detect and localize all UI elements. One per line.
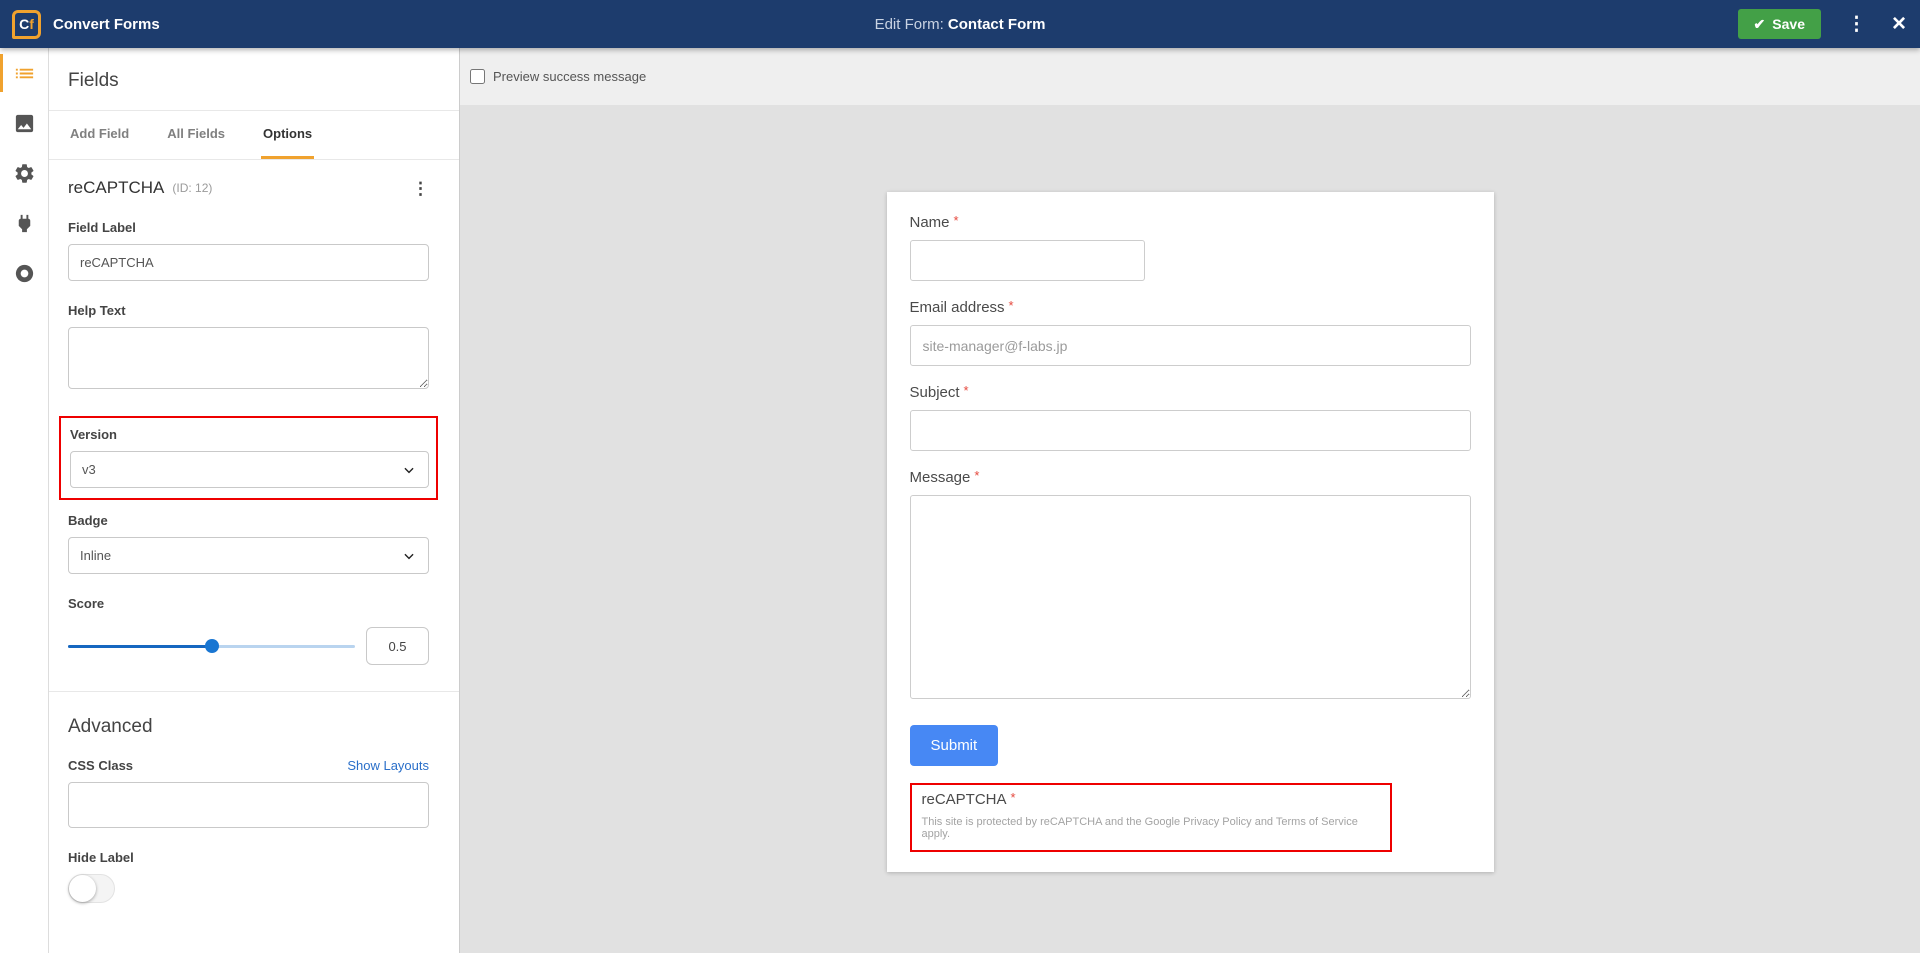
required-asterisk: *	[1011, 790, 1016, 805]
form-field-email: Email address *	[910, 298, 1471, 366]
record-icon	[13, 262, 36, 285]
recaptcha-label: reCAPTCHA *	[922, 790, 1380, 808]
list-icon	[13, 62, 36, 85]
version-label: Version	[70, 427, 429, 442]
recaptcha-label-text: reCAPTCHA	[922, 791, 1007, 808]
required-asterisk: *	[964, 383, 969, 398]
badge-group: Badge Inline	[68, 513, 429, 574]
save-button-label: Save	[1772, 16, 1805, 32]
fields-panel: Fields Add Field All Fields Options reCA…	[49, 48, 460, 953]
form-field-message: Message*	[910, 468, 1471, 699]
form-preview-card: Name* Email address* Subject* Message* S…	[887, 192, 1494, 872]
subject-input[interactable]	[910, 410, 1471, 451]
page-title-form-name: Contact Form	[948, 16, 1046, 33]
preview-success-label[interactable]: Preview success message	[493, 69, 646, 84]
close-icon[interactable]: ×	[1892, 12, 1906, 36]
score-group: Score 0.5	[68, 596, 429, 665]
field-label-group: Field Label	[68, 220, 429, 281]
css-class-group: CSS Class Show Layouts	[68, 758, 429, 828]
required-asterisk: *	[1009, 298, 1014, 313]
field-label: Name *	[910, 213, 1471, 231]
required-asterisk: *	[954, 213, 959, 228]
preview-success-checkbox[interactable]	[470, 69, 485, 84]
rail-item-settings[interactable]	[0, 148, 49, 198]
save-button[interactable]: ✔ Save	[1738, 9, 1821, 39]
recaptcha-notice: This site is protected by reCAPTCHA and …	[922, 816, 1380, 840]
badge-select-value: Inline	[80, 548, 111, 563]
panel-tabs: Add Field All Fields Options	[49, 111, 459, 159]
email-input[interactable]	[910, 325, 1471, 366]
topbar: Cf Convert Forms Edit Form: Contact Form…	[0, 0, 1920, 48]
css-class-label: CSS Class	[68, 758, 133, 773]
help-text-label: Help Text	[68, 303, 429, 318]
version-select[interactable]: v3	[70, 451, 429, 488]
badge-select[interactable]: Inline	[68, 537, 429, 574]
divider	[49, 691, 459, 692]
preview-toolbar: Preview success message	[460, 48, 1920, 105]
panel-body: reCAPTCHA (ID: 12) ⋮ Field Label Help Te…	[49, 160, 459, 903]
badge-label: Badge	[68, 513, 429, 528]
help-text-input[interactable]	[68, 327, 429, 389]
field-label: Message*	[910, 468, 1471, 486]
field-label: Subject *	[910, 383, 1471, 401]
icon-rail	[0, 48, 49, 953]
hide-label-group: Hide Label	[68, 850, 429, 903]
topbar-kebab-menu-icon[interactable]: ⋮	[1847, 15, 1866, 34]
image-icon	[13, 112, 36, 135]
field-header: reCAPTCHA (ID: 12) ⋮	[68, 178, 429, 198]
score-label: Score	[68, 596, 429, 611]
required-asterisk: *	[974, 468, 979, 483]
score-row: 0.5	[68, 627, 429, 665]
field-label-text: Name	[910, 214, 950, 231]
tab-options[interactable]: Options	[261, 111, 314, 159]
hide-label-label: Hide Label	[68, 850, 429, 865]
tab-all-fields[interactable]: All Fields	[165, 111, 227, 159]
rail-item-fields[interactable]	[0, 48, 49, 98]
field-label-text: Message	[910, 469, 971, 486]
submit-button[interactable]: Submit	[910, 725, 999, 766]
field-id: (ID: 12)	[172, 181, 212, 195]
score-value-box[interactable]: 0.5	[366, 627, 429, 665]
field-label-text: Subject	[910, 384, 960, 401]
css-class-input[interactable]	[68, 782, 429, 828]
gear-icon	[13, 162, 36, 185]
chevron-down-icon	[402, 549, 416, 563]
message-textarea[interactable]	[910, 495, 1471, 699]
rail-item-design[interactable]	[0, 98, 49, 148]
panel-title: Fields	[49, 48, 459, 110]
check-icon: ✔	[1754, 16, 1766, 33]
advanced-title: Advanced	[68, 716, 429, 738]
field-kebab-menu-icon[interactable]: ⋮	[412, 180, 429, 197]
help-text-group: Help Text	[68, 303, 429, 394]
score-slider-thumb[interactable]	[205, 639, 219, 653]
plug-icon	[13, 212, 36, 235]
score-slider-fill	[68, 645, 212, 648]
chevron-down-icon	[402, 463, 416, 477]
rail-item-behaviors[interactable]	[0, 248, 49, 298]
preview-canvas: Preview success message Name * Email addr…	[460, 48, 1920, 953]
name-input[interactable]	[910, 240, 1145, 281]
form-field-name: Name *	[910, 213, 1471, 281]
score-slider[interactable]	[68, 639, 355, 653]
version-select-value: v3	[82, 462, 96, 477]
toggle-knob	[69, 875, 96, 902]
rail-item-addons[interactable]	[0, 198, 49, 248]
field-label-input[interactable]	[68, 244, 429, 281]
hide-label-toggle[interactable]	[68, 874, 115, 903]
page-title: Edit Form: Contact Form	[0, 16, 1920, 33]
page-title-prefix: Edit Form:	[875, 16, 944, 33]
field-name: reCAPTCHA	[68, 178, 164, 198]
css-class-row: CSS Class Show Layouts	[68, 758, 429, 773]
form-field-subject: Subject *	[910, 383, 1471, 451]
tab-add-field[interactable]: Add Field	[68, 111, 131, 159]
topbar-actions: ✔ Save ⋮ ×	[1738, 0, 1906, 48]
show-layouts-link[interactable]: Show Layouts	[347, 758, 429, 773]
field-label-label: Field Label	[68, 220, 429, 235]
field-label-text: Email address	[910, 299, 1005, 316]
field-label: Email address *	[910, 298, 1471, 316]
recaptcha-highlight-box: reCAPTCHA * This site is protected by reC…	[910, 783, 1392, 852]
version-highlight-box: Version v3	[59, 416, 438, 500]
